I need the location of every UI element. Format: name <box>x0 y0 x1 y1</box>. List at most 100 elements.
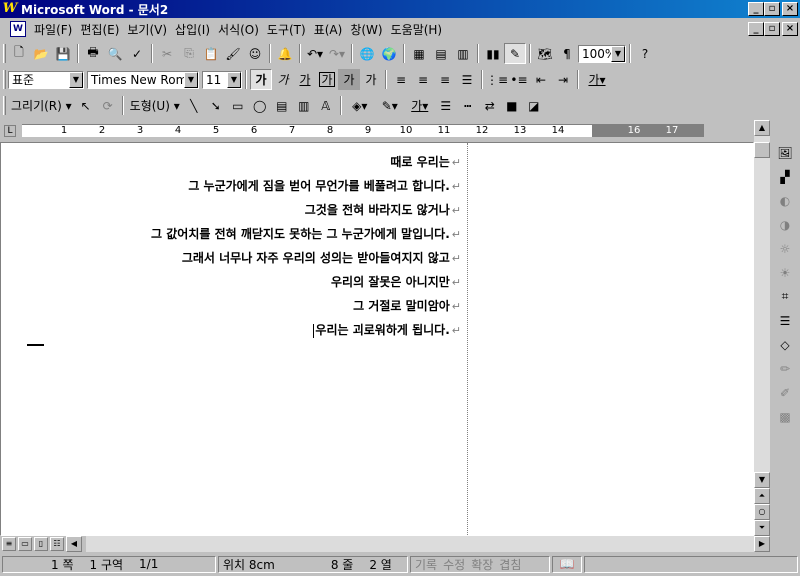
previous-page-icon[interactable]: ⏶ <box>754 488 770 504</box>
line-style-icon[interactable]: ☰ <box>435 95 457 116</box>
menu-insert[interactable]: 삽입(I) <box>171 21 214 38</box>
document-line[interactable]: 우리는 괴로워하게 됩니다. ↵ <box>313 321 461 338</box>
chevron-down-icon[interactable]: ▼ <box>227 71 241 88</box>
document-line[interactable]: 그래서 너무나 자주 우리의 성의는 받아들여지지 않고 ↵ <box>182 249 461 266</box>
status-trk[interactable]: 수정 <box>443 556 465 573</box>
font-color-draw-button[interactable]: 가▾ <box>405 95 435 116</box>
doc-minimize-button[interactable]: _ <box>748 22 764 36</box>
open-icon[interactable]: 📂 <box>30 43 52 64</box>
bullets-icon[interactable]: •≡ <box>508 69 530 90</box>
char-scale-button[interactable]: 가 <box>360 69 382 90</box>
char-border-button[interactable]: 가 <box>316 69 338 90</box>
more-contrast-icon[interactable]: ◐ <box>774 190 796 211</box>
line-icon[interactable]: ╲ <box>183 95 205 116</box>
bold-button[interactable]: 가 <box>250 69 272 90</box>
status-ext[interactable]: 확장 <box>471 556 493 573</box>
rectangle-icon[interactable]: ▭ <box>227 95 249 116</box>
wordart-icon[interactable]: 𝔸 <box>315 95 337 116</box>
less-contrast-icon[interactable]: ◑ <box>774 214 796 235</box>
cut-icon[interactable]: ✂ <box>156 43 178 64</box>
document-control-icon[interactable]: W <box>10 21 26 37</box>
menu-tools[interactable]: 도구(T) <box>263 21 310 38</box>
web-layout-icon[interactable]: ▭ <box>18 537 32 551</box>
help-icon[interactable]: ? <box>634 43 656 64</box>
document-line[interactable]: 우리의 잘못은 아니지만 ↵ <box>331 273 461 290</box>
3d-icon[interactable]: ◪ <box>523 95 545 116</box>
justify-icon[interactable]: ☰ <box>456 69 478 90</box>
outline-view-icon[interactable]: ☷ <box>50 537 64 551</box>
scroll-thumb[interactable] <box>754 142 770 158</box>
insert-excel-icon[interactable]: ▥ <box>452 43 474 64</box>
new-document-icon[interactable]: 🗋 <box>8 43 30 64</box>
insert-picture-icon[interactable]: 🖼 <box>774 142 796 163</box>
align-left-icon[interactable]: ≡ <box>390 69 412 90</box>
minimize-button[interactable]: _ <box>748 2 764 16</box>
scroll-up-icon[interactable]: ▲ <box>754 120 770 136</box>
zoom-combo[interactable]: 100% ▼ <box>578 44 626 63</box>
numbering-icon[interactable]: ⋮≡ <box>486 69 508 90</box>
menu-window[interactable]: 창(W) <box>346 21 386 38</box>
smiley-icon[interactable]: ☺ <box>244 43 266 64</box>
menu-table[interactable]: 표(A) <box>310 21 347 38</box>
next-page-icon[interactable]: ⏷ <box>754 520 770 536</box>
more-brightness-icon[interactable]: ☼ <box>774 238 796 259</box>
draw-menu-button[interactable]: 그리기(R) ▾ <box>8 95 75 116</box>
increase-indent-icon[interactable]: ⇥ <box>552 69 574 90</box>
document-area[interactable]: 때로 우리는 ↵ 그 누군가에게 짐을 벋어 무언가를 베풀려고 합니다. ↵ 그것… <box>0 142 754 536</box>
scroll-down-icon[interactable]: ▼ <box>754 472 770 488</box>
oval-icon[interactable]: ◯ <box>249 95 271 116</box>
tables-borders-icon[interactable]: ▦ <box>408 43 430 64</box>
tab-selector-icon[interactable]: L <box>4 125 16 137</box>
menu-view[interactable]: 보기(V) <box>123 21 171 38</box>
insert-table-icon[interactable]: ▤ <box>430 43 452 64</box>
format-picture-icon[interactable]: ✏ <box>774 358 796 379</box>
text-wrapping-icon[interactable]: ◇ <box>774 334 796 355</box>
autoshapes-menu-button[interactable]: 도형(U) ▾ <box>127 95 183 116</box>
document-map-icon[interactable]: 🗺 <box>534 43 556 64</box>
document-line[interactable]: 때로 우리는 ↵ <box>390 153 461 170</box>
document-line[interactable]: 그 값어치를 전혀 깨닫지도 못하는 그 누군가에게 말입니다. ↵ <box>151 225 461 242</box>
arrow-icon[interactable]: ➘ <box>205 95 227 116</box>
close-button[interactable]: × <box>782 2 798 16</box>
less-brightness-icon[interactable]: ☀ <box>774 262 796 283</box>
scroll-right-icon[interactable]: ▶ <box>754 536 770 552</box>
restore-button[interactable]: ▫ <box>764 2 780 16</box>
menu-format[interactable]: 서식(O) <box>214 21 263 38</box>
image-control-icon[interactable]: ▞ <box>774 166 796 187</box>
doc-restore-button[interactable]: ▫ <box>764 22 780 36</box>
vertical-text-box-icon[interactable]: ▥ <box>293 95 315 116</box>
format-painter-icon[interactable]: 🖌 <box>222 43 244 64</box>
style-combo[interactable]: 표준 ▼ <box>8 70 84 89</box>
print-preview-icon[interactable]: 🔍 <box>104 43 126 64</box>
horizontal-scroll-track[interactable] <box>86 536 754 552</box>
dash-style-icon[interactable]: ┅ <box>457 95 479 116</box>
normal-view-icon[interactable]: ≡ <box>2 537 16 551</box>
chevron-down-icon[interactable]: ▼ <box>611 45 625 62</box>
line-style-icon[interactable]: ☰ <box>774 310 796 331</box>
status-rec[interactable]: 기록 <box>415 556 437 573</box>
redo-icon[interactable]: ↷▾ <box>326 43 348 64</box>
select-objects-icon[interactable]: ↖ <box>75 95 97 116</box>
columns-icon[interactable]: ▮▮ <box>482 43 504 64</box>
set-transparent-color-icon[interactable]: ✐ <box>774 382 796 403</box>
menu-help[interactable]: 도움말(H) <box>387 21 447 38</box>
document-line[interactable]: 그것을 전혀 바라지도 않거나 ↵ <box>305 201 461 218</box>
show-hide-icon[interactable]: ¶ <box>556 43 578 64</box>
select-browse-object-icon[interactable]: ○ <box>754 504 770 520</box>
shadow-icon[interactable]: ■ <box>501 95 523 116</box>
drawing-icon[interactable]: ✎ <box>504 43 526 64</box>
spelling-status-icon[interactable]: 📖 <box>552 555 582 573</box>
reset-picture-icon[interactable]: ▩ <box>774 406 796 427</box>
word-app-icon[interactable]: W <box>2 1 18 17</box>
italic-button[interactable]: 가 <box>272 69 294 90</box>
print-layout-icon[interactable]: ▯ <box>34 537 48 551</box>
line-color-icon[interactable]: ✎▾ <box>375 95 405 116</box>
doc-close-button[interactable]: × <box>782 22 798 36</box>
font-combo[interactable]: Times New Rom ▼ <box>87 70 199 89</box>
spelling-icon[interactable]: ✓ <box>126 43 148 64</box>
fill-color-icon[interactable]: ◈▾ <box>345 95 375 116</box>
save-icon[interactable]: 💾 <box>52 43 74 64</box>
paste-icon[interactable]: 📋 <box>200 43 222 64</box>
horizontal-ruler[interactable]: L 1 2 3 4 5 6 7 8 9 10 11 12 13 14 16 17 <box>0 120 770 142</box>
underline-button[interactable]: 가 <box>294 69 316 90</box>
